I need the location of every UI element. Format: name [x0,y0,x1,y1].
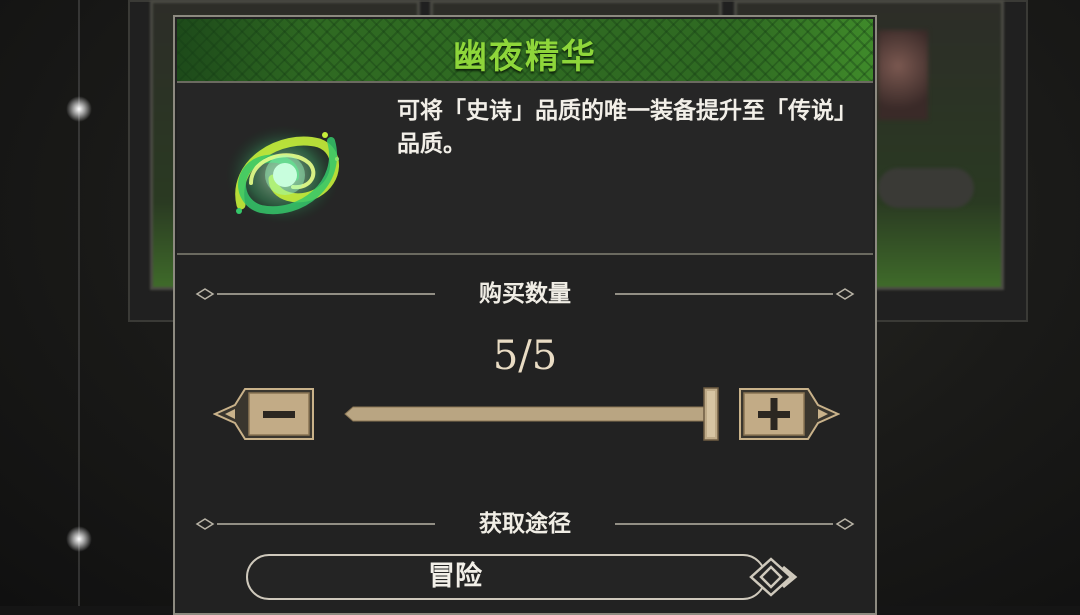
title-bar: 幽夜精华 [177,19,873,83]
green-swirl-essence-icon [225,125,341,225]
background-track-line [78,0,80,606]
background-portrait [878,30,928,120]
item-name: 幽夜精华 [453,37,597,77]
purchase-section-title: 购买数量 [479,281,571,307]
purchase-dialog: 幽夜精华 可将「史诗」品质的唯一装备提升至「传说」品质。 购买数量 5/5 获取… [173,15,877,615]
minus-icon [263,411,295,418]
purchase-section-header: 购买数量 [195,279,855,309]
item-info: 可将「史诗」品质的唯一装备提升至「传说」品质。 [177,83,873,255]
quantity-slider[interactable] [341,385,725,443]
increase-quantity-button[interactable] [736,385,840,443]
background-glow-dot [66,96,92,122]
item-description: 可将「史诗」品质的唯一装备提升至「传说」品质。 [397,98,857,157]
slider-thumb[interactable] [703,387,719,441]
slider-track [344,406,712,422]
acquire-section-title: 获取途径 [479,511,571,537]
background-button [878,168,974,208]
decrease-quantity-button[interactable] [213,385,317,443]
quantity-display: 5/5 [492,333,558,379]
acquire-section-header: 获取途径 [195,509,855,539]
source-adventure-button[interactable] [245,553,805,601]
background-glow-dot [66,526,92,552]
